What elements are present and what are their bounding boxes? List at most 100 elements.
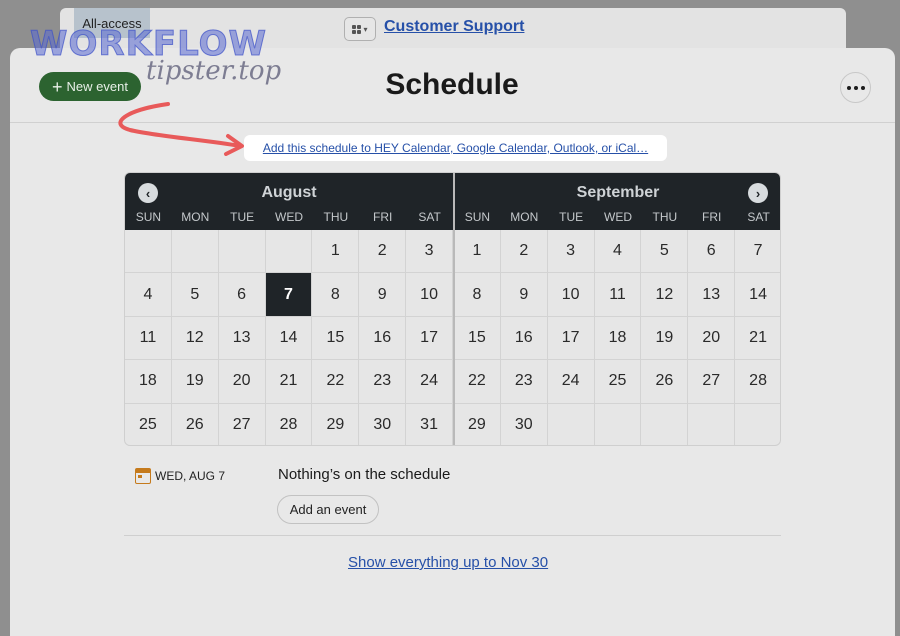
next-month-button[interactable]: › — [748, 183, 768, 203]
day-cell[interactable]: 1 — [312, 230, 360, 274]
empty-day-cell — [595, 403, 642, 445]
day-cell[interactable]: 30 — [359, 403, 407, 445]
day-cell[interactable]: 13 — [688, 273, 736, 317]
month-name: August — [261, 184, 317, 201]
weekday-label: MON — [181, 210, 210, 224]
day-cell[interactable]: 18 — [594, 316, 642, 361]
day-cell[interactable]: 10 — [547, 273, 595, 317]
day-cell[interactable]: 4 — [594, 230, 642, 274]
day-cell[interactable]: 12 — [171, 316, 219, 361]
weekday-row: SUN MON TUE WED THU FRI SAT — [125, 210, 453, 224]
plus-icon: + — [52, 76, 63, 97]
day-cell[interactable]: 21 — [735, 317, 780, 361]
more-options-button[interactable] — [840, 72, 871, 103]
day-cell[interactable]: 26 — [641, 360, 689, 404]
day-cell[interactable]: 16 — [500, 316, 548, 361]
day-cell[interactable]: 27 — [688, 360, 736, 404]
day-cell[interactable]: 6 — [218, 273, 266, 317]
prev-month-button[interactable]: ‹ — [138, 183, 158, 203]
page-title: Schedule — [385, 68, 519, 101]
day-cell[interactable]: 22 — [454, 360, 501, 404]
day-cell[interactable]: 9 — [359, 273, 407, 317]
day-cell[interactable]: 12 — [641, 273, 689, 317]
day-cell[interactable]: 4 — [125, 273, 172, 317]
day-cell[interactable]: 8 — [454, 273, 501, 317]
weekday-label: MON — [510, 210, 539, 224]
day-cell[interactable]: 19 — [641, 316, 689, 361]
calendar: August SUN MON TUE WED THU FRI SAT 12345… — [124, 172, 781, 446]
day-cell[interactable]: 6 — [688, 230, 736, 274]
weekday-label: THU — [323, 210, 349, 224]
day-cell[interactable]: 7 — [735, 230, 780, 274]
day-cell[interactable]: 11 — [125, 316, 172, 361]
day-cell[interactable]: 5 — [641, 230, 689, 274]
day-cell[interactable]: 20 — [688, 316, 736, 361]
empty-day-cell — [641, 403, 689, 445]
empty-day-cell — [688, 403, 736, 445]
day-cell[interactable]: 31 — [406, 403, 453, 445]
subscribe-calendar-link[interactable]: Add this schedule to HEY Calendar, Googl… — [244, 135, 667, 161]
day-cell[interactable]: 1 — [454, 230, 501, 274]
empty-day-cell — [735, 404, 780, 445]
month-name: September — [576, 184, 660, 201]
project-title-link[interactable]: Customer Support — [384, 18, 524, 36]
day-cell[interactable]: 22 — [312, 360, 360, 404]
project-switcher[interactable]: ▾ — [344, 17, 376, 41]
weekday-row: SUN MON TUE WED THU FRI SAT — [454, 210, 780, 224]
day-grid: 1 2 3 4 5 6 7 8 9 10 11 12 13 14 15 16 17 18 19 20 21 22 23 24 2… — [454, 230, 780, 445]
day-cell[interactable]: 25 — [125, 403, 172, 445]
day-cell[interactable]: 10 — [406, 273, 453, 317]
show-everything-link[interactable]: Show everything up to Nov 30 — [348, 554, 548, 571]
day-cell[interactable]: 21 — [265, 360, 313, 404]
day-cell[interactable]: 23 — [500, 360, 548, 404]
day-cell[interactable]: 15 — [454, 316, 501, 361]
weekday-label: FRI — [373, 210, 393, 224]
day-cell[interactable]: 30 — [501, 403, 548, 445]
day-cell[interactable]: 19 — [171, 360, 219, 404]
day-cell[interactable]: 15 — [312, 316, 360, 361]
month-august: August SUN MON TUE WED THU FRI SAT 12345… — [125, 173, 453, 445]
weekday-label: TUE — [559, 210, 584, 224]
weekday-label: FRI — [702, 210, 722, 224]
weekday-label: THU — [652, 210, 678, 224]
annotation-arrow — [118, 102, 244, 156]
day-cell[interactable]: 7 — [265, 273, 313, 317]
day-cell[interactable]: 23 — [359, 360, 407, 404]
day-cell[interactable]: 25 — [594, 360, 642, 404]
day-cell[interactable]: 28 — [266, 403, 313, 445]
grid-icon — [352, 24, 362, 34]
day-cell[interactable]: 5 — [171, 273, 219, 317]
day-cell[interactable]: 20 — [218, 360, 266, 404]
day-cell[interactable]: 26 — [172, 403, 219, 445]
day-cell[interactable]: 17 — [406, 316, 453, 361]
day-grid: 1 2 3 4 5 6 7 8 9 10 11 12 13 14 15 16 17 18 19 20 21 22 23 24 2… — [125, 230, 453, 445]
day-cell[interactable]: 18 — [125, 360, 172, 404]
day-cell[interactable]: 11 — [594, 273, 642, 317]
day-cell[interactable]: 3 — [406, 230, 453, 274]
empty-day-cell — [265, 230, 313, 274]
selected-day-label: WED, AUG 7 — [155, 469, 226, 483]
day-cell[interactable]: 8 — [312, 273, 360, 317]
add-event-button[interactable]: Add an event — [277, 495, 379, 524]
day-cell[interactable]: 29 — [312, 403, 360, 445]
day-cell[interactable]: 16 — [359, 316, 407, 361]
day-cell[interactable]: 13 — [218, 316, 266, 361]
day-cell[interactable]: 24 — [406, 360, 453, 404]
chevron-left-icon: ‹ — [145, 185, 151, 201]
day-cell[interactable]: 24 — [547, 360, 595, 404]
more-dots-icon — [846, 85, 865, 90]
day-cell[interactable]: 2 — [359, 230, 407, 274]
day-cell[interactable]: 28 — [735, 360, 780, 404]
weekday-label: WED — [604, 210, 632, 224]
day-cell[interactable]: 3 — [547, 230, 595, 274]
month-divider — [453, 173, 455, 445]
weekday-label: WED — [275, 210, 303, 224]
day-cell[interactable]: 17 — [547, 316, 595, 361]
day-cell[interactable]: 14 — [265, 316, 313, 361]
day-cell[interactable]: 9 — [500, 273, 548, 317]
day-cell[interactable]: 29 — [454, 403, 501, 445]
day-cell[interactable]: 14 — [735, 273, 780, 317]
day-cell[interactable]: 2 — [500, 230, 548, 274]
day-cell[interactable]: 27 — [219, 403, 266, 445]
weekday-label: TUE — [230, 210, 255, 224]
